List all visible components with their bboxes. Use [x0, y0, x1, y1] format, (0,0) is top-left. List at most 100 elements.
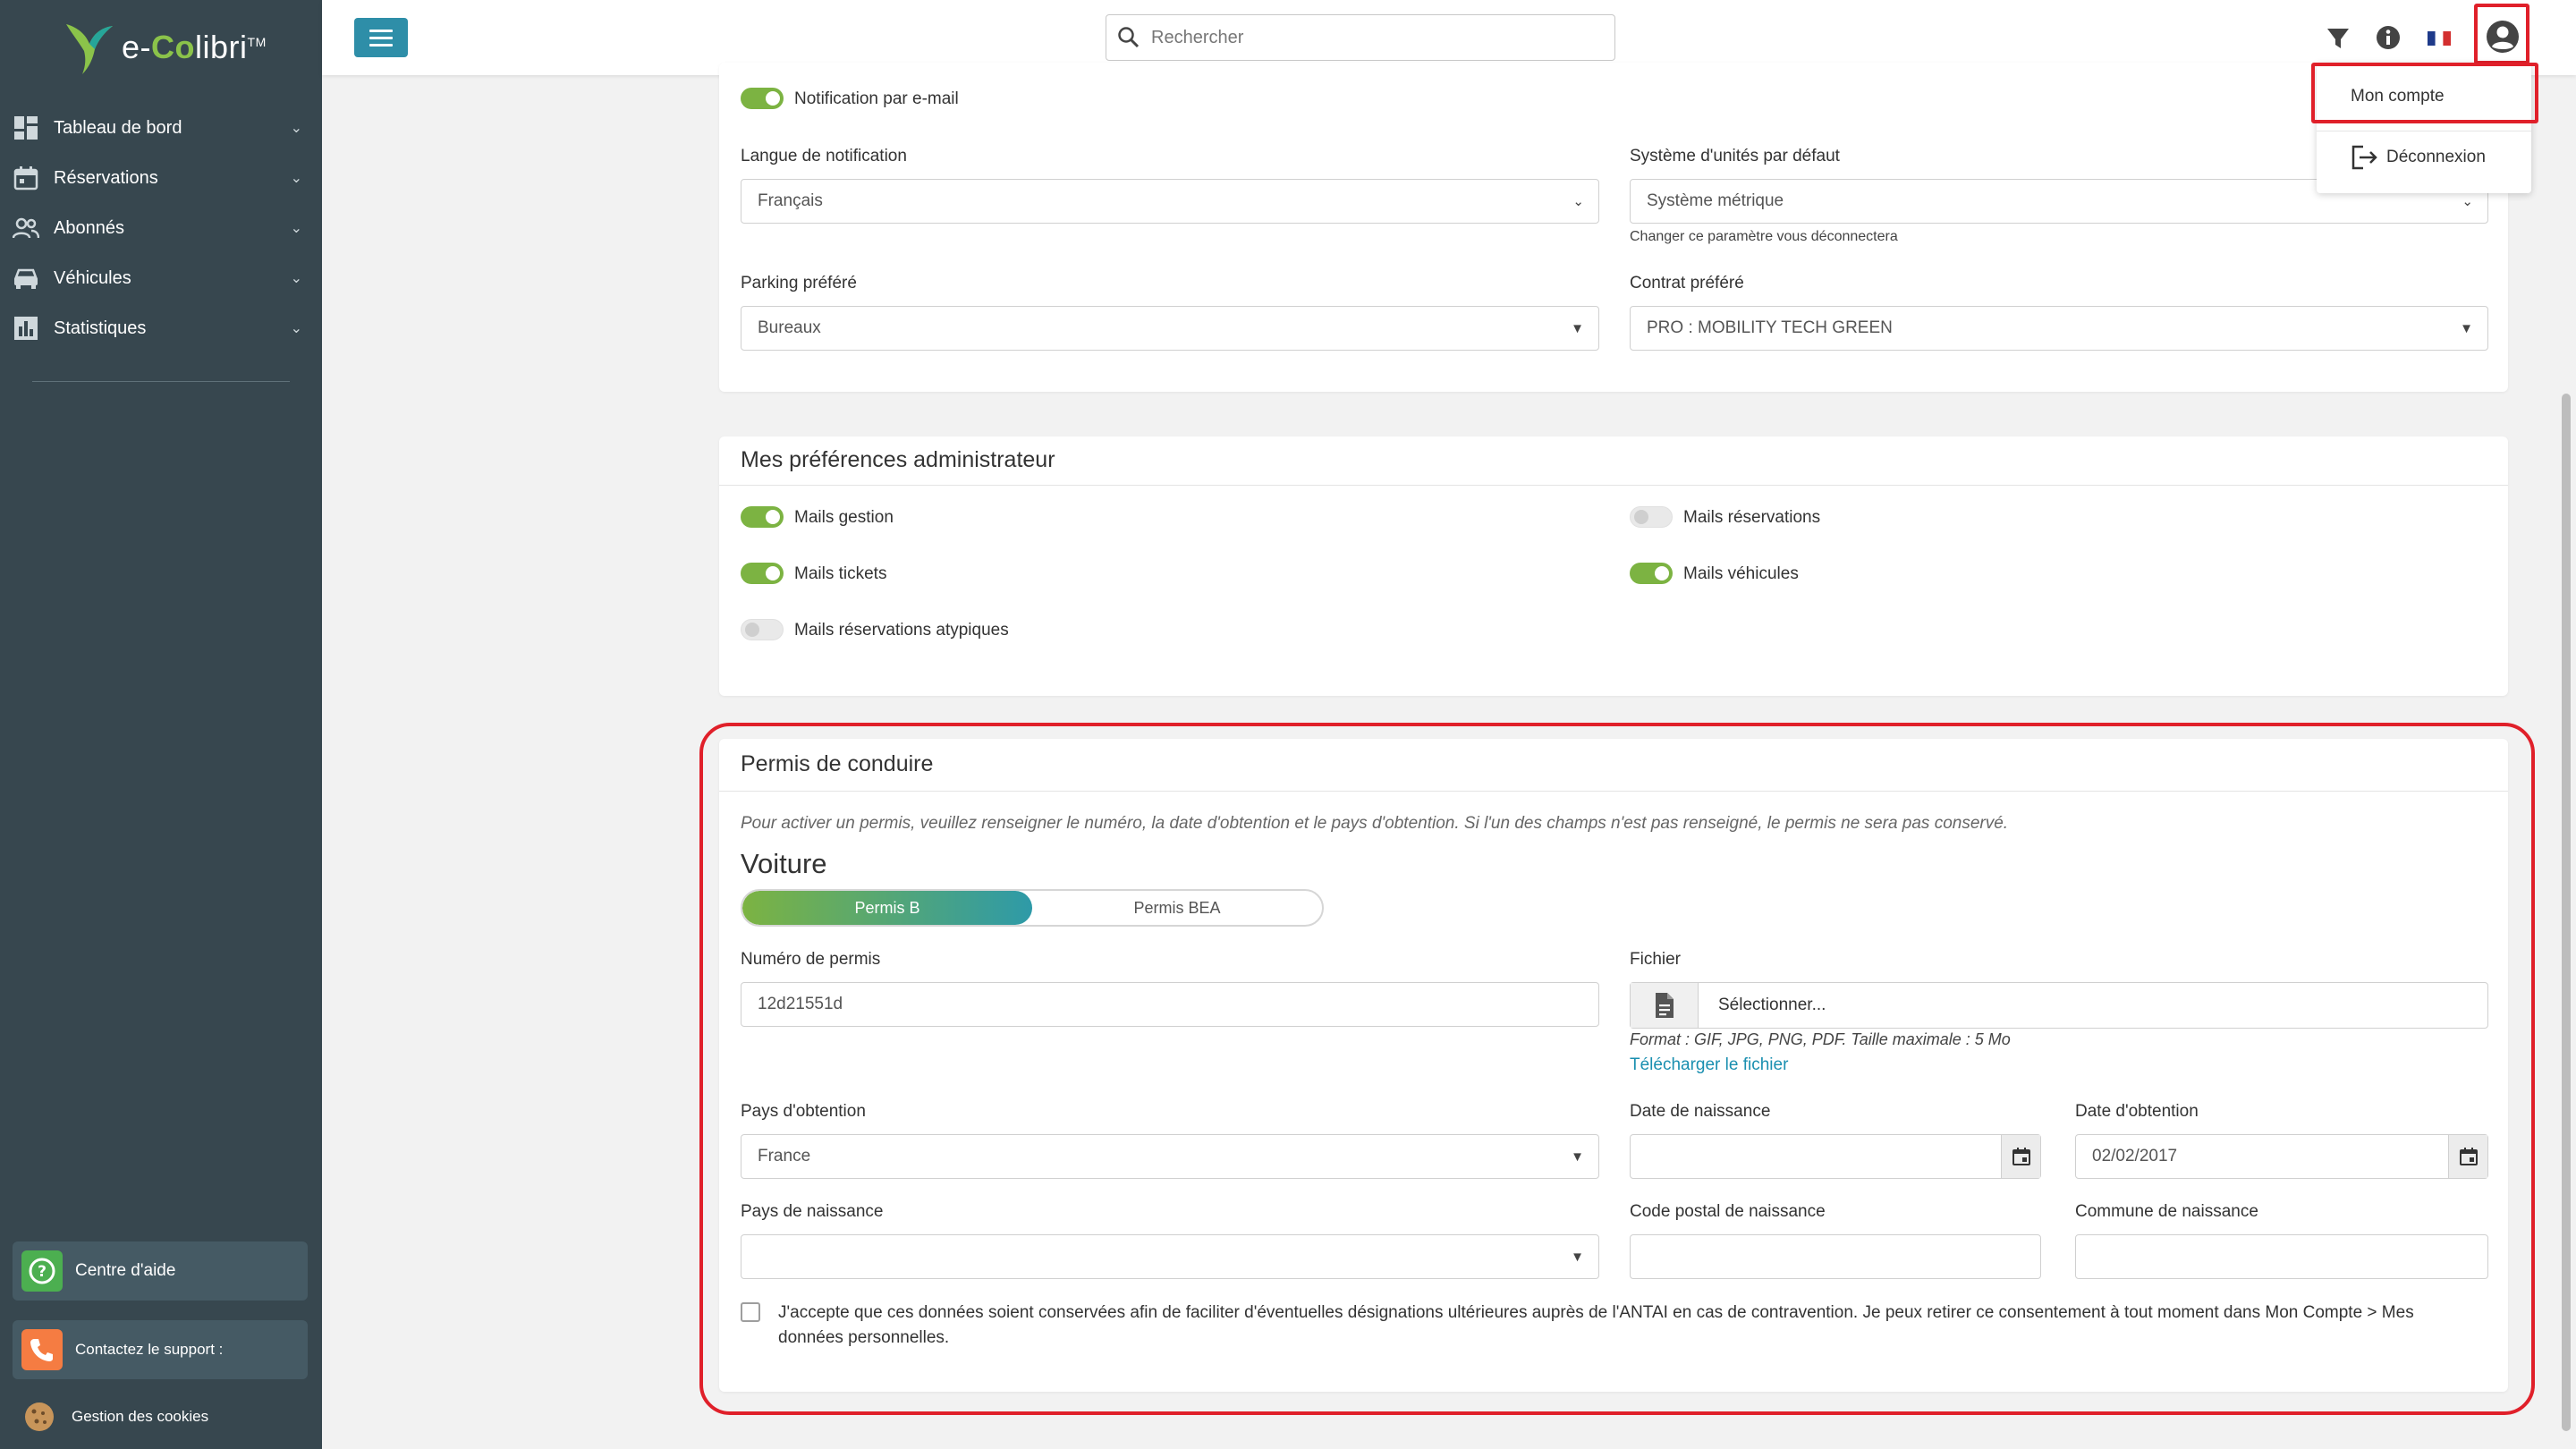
- mails-reservations-label: Mails réservations: [1683, 508, 1821, 527]
- phone-icon: [21, 1329, 63, 1370]
- file-upload-field[interactable]: Sélectionner...: [1630, 982, 2488, 1029]
- logout-icon: [2351, 145, 2377, 170]
- contact-support-button[interactable]: Contactez le support :: [13, 1320, 308, 1379]
- mails-vehicules-toggle[interactable]: [1630, 563, 1673, 584]
- mails-gestion-toggle[interactable]: [741, 506, 784, 528]
- birth-postal-input[interactable]: [1630, 1234, 2041, 1279]
- user-preferences-card: Notification par e-mail Langue de notifi…: [719, 63, 2508, 392]
- birth-postal-label: Code postal de naissance: [1630, 1202, 1826, 1221]
- sidebar-item-statistics[interactable]: Statistiques ⌄: [0, 303, 322, 353]
- sidebar-item-subscribers[interactable]: Abonnés ⌄: [0, 203, 322, 253]
- sidebar-item-dashboard[interactable]: Tableau de bord ⌄: [0, 103, 322, 153]
- filter-icon[interactable]: [2326, 16, 2351, 64]
- sidebar-item-label: Tableau de bord: [54, 117, 182, 138]
- my-account-menu-item[interactable]: Mon compte: [2317, 72, 2531, 122]
- logo-text: e-ColibriTM: [122, 29, 267, 65]
- email-notification-label: Notification par e-mail: [794, 89, 959, 108]
- hamburger-menu-button[interactable]: [354, 18, 408, 57]
- caret-down-icon: ▼: [1571, 1249, 1584, 1265]
- download-file-link[interactable]: Télécharger le fichier: [1630, 1055, 1788, 1075]
- birth-country-label: Pays de naissance: [741, 1202, 884, 1221]
- license-number-input[interactable]: 12d21551d: [741, 982, 1599, 1027]
- chart-icon: [13, 315, 39, 342]
- preferred-contract-label: Contrat préféré: [1630, 274, 1744, 292]
- mails-gestion-label: Mails gestion: [794, 508, 894, 527]
- tab-permis-b[interactable]: Permis B: [742, 891, 1032, 925]
- sidebar-item-label: Véhicules: [54, 267, 131, 288]
- card-divider: [719, 485, 2508, 486]
- consent-text: J'accepte que ces données soient conserv…: [778, 1303, 2414, 1347]
- mails-tickets-toggle[interactable]: [741, 563, 784, 584]
- preferred-parking-value: Bureaux: [758, 318, 821, 337]
- sidebar-nav: Tableau de bord ⌄ Réservations ⌄ Abonnés…: [0, 103, 322, 353]
- birth-city-input[interactable]: [2075, 1234, 2488, 1279]
- mails-reservations-toggle[interactable]: [1630, 506, 1673, 528]
- sidebar-item-vehicles[interactable]: Véhicules ⌄: [0, 253, 322, 303]
- hummingbird-logo-icon: [66, 24, 113, 74]
- logout-label: Déconnexion: [2386, 148, 2486, 166]
- preferred-contract-value: PRO : MOBILITY TECH GREEN: [1647, 318, 1893, 337]
- sidebar-item-label: Réservations: [54, 167, 158, 188]
- account-dropdown-menu: Mon compte Déconnexion: [2317, 63, 2531, 193]
- caret-down-icon: ▼: [1571, 1148, 1584, 1165]
- account-icon[interactable]: [2483, 13, 2522, 65]
- birthdate-label: Date de naissance: [1630, 1102, 1771, 1121]
- birth-city-label: Commune de naissance: [2075, 1202, 2258, 1221]
- mails-reservations-atypiques-toggle[interactable]: [741, 619, 784, 640]
- french-flag-icon[interactable]: [2426, 16, 2453, 64]
- menu-bar: [369, 43, 393, 47]
- obtain-country-select[interactable]: France ▼: [741, 1134, 1599, 1179]
- preferred-parking-label: Parking préféré: [741, 274, 857, 292]
- my-account-label: Mon compte: [2351, 87, 2445, 106]
- obtained-date-label: Date d'obtention: [2075, 1102, 2199, 1121]
- cookies-label: Gestion des cookies: [72, 1408, 209, 1425]
- calendar-icon: [13, 165, 39, 191]
- sidebar-divider: [32, 381, 290, 382]
- page-scrollbar[interactable]: [2562, 394, 2571, 1431]
- car-icon: [13, 265, 39, 292]
- notification-language-label: Langue de notification: [741, 147, 907, 165]
- license-type-switch: Permis B Permis BEA: [741, 889, 1324, 927]
- sidebar-item-reservations[interactable]: Réservations ⌄: [0, 153, 322, 203]
- preferred-contract-select[interactable]: PRO : MOBILITY TECH GREEN ▼: [1630, 306, 2488, 351]
- dashboard-icon: [13, 114, 39, 141]
- email-notification-toggle[interactable]: [741, 88, 784, 109]
- license-info-text: Pour activer un permis, veuillez renseig…: [741, 814, 2009, 833]
- mails-reservations-atypiques-label: Mails réservations atypiques: [794, 621, 1009, 640]
- logo[interactable]: e-ColibriTM: [63, 16, 267, 79]
- chevron-down-icon: ⌄: [1572, 194, 1584, 209]
- search-box: [1106, 14, 1615, 61]
- search-input[interactable]: [1151, 27, 1580, 48]
- obtained-date-input[interactable]: 02/02/2017: [2075, 1134, 2488, 1179]
- logout-menu-item[interactable]: Déconnexion: [2317, 132, 2531, 182]
- units-value: Système métrique: [1647, 191, 1784, 210]
- sidebar-item-label: Abonnés: [54, 217, 124, 238]
- cookies-settings-link[interactable]: Gestion des cookies: [23, 1401, 208, 1433]
- tab-permis-bea[interactable]: Permis BEA: [1032, 891, 1322, 925]
- birthdate-input[interactable]: [1630, 1134, 2041, 1179]
- cookie-icon: [25, 1402, 54, 1431]
- calendar-icon[interactable]: [2448, 1135, 2487, 1178]
- consent-checkbox[interactable]: [741, 1302, 760, 1322]
- chevron-down-icon: ⌄: [290, 171, 302, 186]
- help-center-label: Centre d'aide: [75, 1261, 176, 1280]
- mails-vehicules-label: Mails véhicules: [1683, 564, 1799, 583]
- file-format-hint: Format : GIF, JPG, PNG, PDF. Taille maxi…: [1630, 1030, 2011, 1048]
- info-icon[interactable]: [2374, 16, 2402, 64]
- chevron-down-icon: ⌄: [290, 321, 302, 336]
- mails-tickets-label: Mails tickets: [794, 564, 887, 583]
- license-number-value: 12d21551d: [758, 995, 843, 1013]
- document-icon: [1631, 983, 1699, 1028]
- units-hint: Changer ce paramètre vous déconnectera: [1630, 229, 1898, 244]
- file-select-text: Sélectionner...: [1718, 996, 1826, 1014]
- svg-text:?: ?: [38, 1263, 47, 1281]
- admin-preferences-card: Mes préférences administrateur Mails ges…: [719, 436, 2508, 696]
- search-icon: [1118, 27, 1140, 48]
- birth-country-select[interactable]: ▼: [741, 1234, 1599, 1279]
- contact-support-label: Contactez le support :: [75, 1341, 224, 1358]
- caret-down-icon: ▼: [1571, 320, 1584, 336]
- notification-language-select[interactable]: Français ⌄: [741, 179, 1599, 224]
- preferred-parking-select[interactable]: Bureaux ▼: [741, 306, 1599, 351]
- calendar-icon[interactable]: [2001, 1135, 2040, 1178]
- help-center-button[interactable]: ? Centre d'aide: [13, 1241, 308, 1301]
